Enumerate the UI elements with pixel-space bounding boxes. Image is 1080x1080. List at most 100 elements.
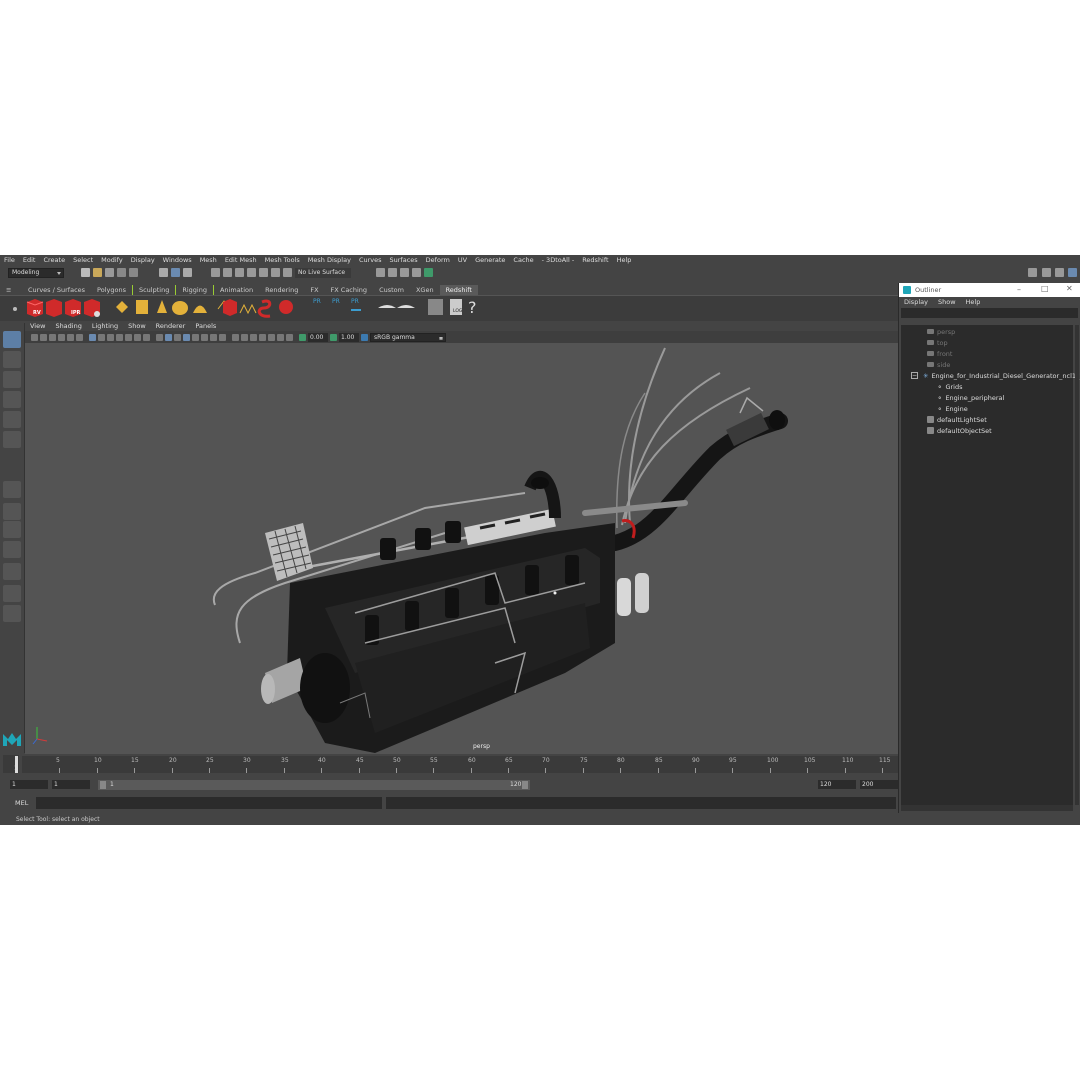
shelf-tab-redshift[interactable]: Redshift: [439, 285, 478, 295]
wireframe-on-shaded-icon[interactable]: [183, 333, 190, 341]
outliner-menu-display[interactable]: Display: [899, 298, 933, 306]
close-icon[interactable]: ✕: [1066, 284, 1073, 293]
vp-menu-view[interactable]: View: [25, 322, 50, 330]
two-view-icon[interactable]: [3, 521, 21, 538]
vp-menu-shading[interactable]: Shading: [50, 322, 86, 330]
menu-help[interactable]: Help: [613, 256, 636, 264]
snap-point-icon[interactable]: [235, 268, 244, 277]
exposure-icon[interactable]: [299, 333, 306, 341]
render-view-icon[interactable]: [376, 268, 385, 277]
colorspace-dropdown[interactable]: sRGB gamma: [370, 332, 446, 342]
gate-mask-icon[interactable]: [116, 333, 123, 341]
motion-blur-icon[interactable]: [232, 333, 239, 341]
render-settings-icon[interactable]: [412, 268, 421, 277]
menu-deform[interactable]: Deform: [422, 256, 454, 264]
select-component-icon[interactable]: [183, 268, 192, 277]
outliner-item-engine[interactable]: ⚬ Engine: [937, 403, 968, 414]
menu-display[interactable]: Display: [127, 256, 159, 264]
snap-curve-icon[interactable]: [223, 268, 232, 277]
shelf-menu-icon[interactable]: ≡: [0, 285, 22, 295]
range-slider[interactable]: 1 120: [98, 780, 530, 790]
persp-graph-icon[interactable]: [3, 563, 21, 580]
modeling-toolkit-icon[interactable]: [1028, 268, 1037, 277]
outliner-item-default-light-set[interactable]: defaultLightSet: [927, 414, 987, 425]
outliner-item-default-object-set[interactable]: defaultObjectSet: [927, 425, 992, 436]
shelf-tab-fx[interactable]: FX: [304, 285, 325, 295]
textured-icon[interactable]: [192, 333, 199, 341]
scale-tool-icon[interactable]: [3, 431, 21, 448]
resolution-gate-icon[interactable]: [107, 333, 114, 341]
time-slider[interactable]: 1 5 10 15 20 25 30 35 40 45 50 55 60 65 70 75 80 85 90 95 1…: [0, 755, 898, 775]
gamma-icon[interactable]: [330, 333, 337, 341]
mode-dropdown[interactable]: Modeling: [8, 267, 64, 278]
snap-pivot-icon[interactable]: [271, 268, 280, 277]
menu-curves[interactable]: Curves: [355, 256, 386, 264]
vp-menu-lighting[interactable]: Lighting: [87, 322, 123, 330]
maximize-icon[interactable]: □: [1041, 284, 1049, 293]
lasso-tool-icon[interactable]: [3, 351, 21, 368]
select-tool-icon[interactable]: [3, 331, 21, 348]
camera-attr-icon[interactable]: [40, 333, 47, 341]
max-end-frame-field[interactable]: 200: [860, 780, 898, 789]
default-material-icon[interactable]: [174, 333, 181, 341]
hypershade-icon[interactable]: [424, 268, 433, 277]
xray-joints-icon[interactable]: [277, 333, 284, 341]
shelf-tab-curves-surfaces[interactable]: Curves / Surfaces: [22, 285, 92, 295]
outliner-menu-help[interactable]: Help: [961, 298, 986, 306]
channel-box-icon[interactable]: [1068, 268, 1077, 277]
menu-windows[interactable]: Windows: [159, 256, 196, 264]
end-frame-field[interactable]: 120: [818, 780, 856, 789]
2d-pan-icon[interactable]: [67, 333, 74, 341]
xray-icon[interactable]: [268, 333, 275, 341]
smooth-shade-icon[interactable]: [165, 333, 172, 341]
inner-start-field[interactable]: 1: [52, 780, 90, 789]
outliner-item-engine-peripheral[interactable]: ⚬ Engine_peripheral: [937, 392, 1004, 403]
outliner-vscrollbar[interactable]: [1075, 325, 1079, 805]
persp-outliner-icon[interactable]: [3, 541, 21, 558]
move-tool-icon[interactable]: [3, 391, 21, 408]
minimize-icon[interactable]: –: [1017, 285, 1021, 294]
range-handle-right[interactable]: [522, 781, 528, 789]
select-object-icon[interactable]: [171, 268, 180, 277]
shelf-tab-polygons[interactable]: Polygons: [91, 285, 132, 295]
perspective-viewport[interactable]: persp: [25, 343, 898, 754]
vp-menu-renderer[interactable]: Renderer: [151, 322, 191, 330]
snap-grid-icon[interactable]: [211, 268, 220, 277]
field-chart-icon[interactable]: [125, 333, 132, 341]
select-hierarchy-icon[interactable]: [159, 268, 168, 277]
save-scene-icon[interactable]: [105, 268, 114, 277]
snap-surface-icon[interactable]: [259, 268, 268, 277]
safe-title-icon[interactable]: [143, 333, 150, 341]
menu-redshift[interactable]: Redshift: [578, 256, 612, 264]
menu-generate[interactable]: Generate: [471, 256, 509, 264]
outliner-item-side[interactable]: side: [927, 359, 950, 370]
menu-edit-mesh[interactable]: Edit Mesh: [221, 256, 261, 264]
ambient-occlusion-icon[interactable]: [219, 333, 226, 341]
menu-uv[interactable]: UV: [454, 256, 471, 264]
outliner-item-persp[interactable]: persp: [927, 326, 955, 337]
outliner-menu-show[interactable]: Show: [933, 298, 961, 306]
live-surface-field[interactable]: No Live Surface: [295, 267, 351, 278]
vp-menu-show[interactable]: Show: [123, 322, 151, 330]
outliner-search[interactable]: [901, 308, 1078, 318]
help-icon[interactable]: ?: [468, 298, 477, 317]
menu-mesh-display[interactable]: Mesh Display: [304, 256, 355, 264]
use-lights-icon[interactable]: [201, 333, 208, 341]
shelf-tab-rendering[interactable]: Rendering: [259, 285, 305, 295]
depth-of-field-icon[interactable]: [250, 333, 257, 341]
film-gate-icon[interactable]: [98, 333, 105, 341]
outliner-hscrollbar[interactable]: [901, 805, 1073, 811]
menu-create[interactable]: Create: [39, 256, 69, 264]
four-view-icon[interactable]: [3, 503, 21, 520]
anti-aliasing-icon[interactable]: [241, 333, 248, 341]
menu-mesh[interactable]: Mesh: [196, 256, 221, 264]
outliner-item-engine-group[interactable]: − ✳ Engine_for_Industrial_Diesel_Generator…: [911, 370, 1080, 381]
shelf-tab-custom[interactable]: Custom: [373, 285, 410, 295]
time-ruler[interactable]: 1 5 10 15 20 25 30 35 40 45 50 55 60 65 70 75 80 85 90 95 1…: [14, 756, 898, 773]
gamma-field[interactable]: 1.00: [339, 332, 359, 342]
snap-vertex-icon[interactable]: [283, 268, 292, 277]
command-input[interactable]: [36, 797, 382, 809]
layout-more-icon[interactable]: [3, 605, 21, 622]
range-handle-left[interactable]: [100, 781, 106, 789]
shelf-tab-fx-caching[interactable]: FX Caching: [324, 285, 374, 295]
